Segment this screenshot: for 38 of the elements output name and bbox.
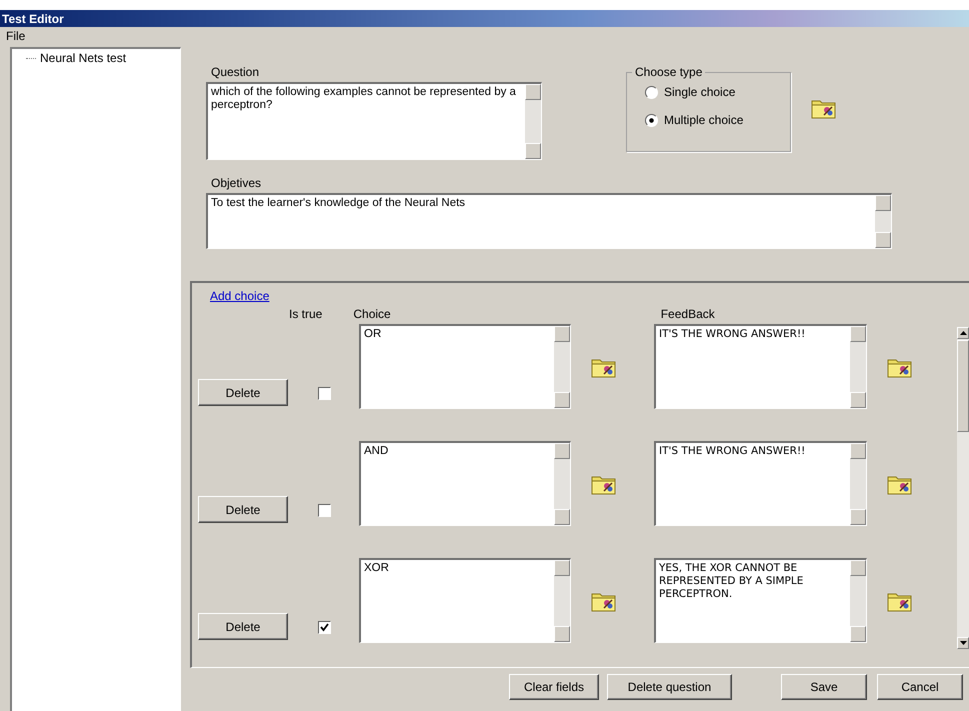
radio-label[interactable]: Multiple choice — [664, 113, 744, 127]
feedback-field[interactable]: YES, THE XOR CANNOT BE REPRESENTED BY A SIMPLE PERCEPTRON. — [654, 558, 867, 643]
group-label: Choose type — [632, 65, 706, 79]
radio-label[interactable]: Single choice — [664, 85, 736, 99]
feedback-field[interactable]: IT'S THE WRONG ANSWER!! — [654, 324, 867, 409]
column-header: Choice — [353, 307, 391, 323]
column-header: FeedBack — [660, 307, 715, 323]
scrollbar[interactable] — [957, 327, 969, 649]
choice-field[interactable]: AND — [359, 441, 571, 526]
footer-button[interactable]: Cancel — [877, 674, 963, 700]
objectives-field[interactable]: To test the learner's knowledge of the Neural Nets — [206, 193, 892, 249]
field-label: Objetives — [211, 176, 262, 190]
column-header: Is true — [289, 307, 322, 323]
tree-item[interactable]: Neural Nets test — [40, 51, 126, 65]
scroll-up-button[interactable] — [957, 327, 969, 339]
radio-button[interactable] — [645, 86, 658, 98]
question-field[interactable]: which of the following examples cannot be represented by a perceptron? — [206, 82, 542, 160]
radio-button[interactable] — [645, 114, 658, 126]
menu-item[interactable]: File — [4, 29, 28, 43]
checkbox[interactable] — [318, 387, 331, 400]
arrow-up-icon — [960, 331, 966, 335]
choice-field[interactable]: XOR — [359, 558, 571, 643]
delete-button[interactable]: Delete — [198, 496, 288, 523]
footer-button[interactable]: Clear fields — [509, 674, 599, 700]
field-label: Question — [211, 65, 260, 79]
scroll-thumb[interactable] — [957, 340, 969, 432]
footer-button[interactable]: Delete question — [607, 674, 732, 700]
scroll-down-button[interactable] — [957, 637, 969, 649]
checkbox[interactable] — [318, 504, 331, 517]
arrow-down-icon — [960, 641, 966, 645]
choice-field[interactable]: OR — [359, 324, 571, 409]
add-choice-link[interactable]: Add choice — [210, 289, 270, 303]
delete-button[interactable]: Delete — [198, 613, 288, 640]
feedback-field[interactable]: IT'S THE WRONG ANSWER!! — [654, 441, 867, 526]
footer-button[interactable]: Save — [781, 674, 867, 700]
window-title: Test Editor — [2, 12, 64, 26]
checkbox[interactable] — [318, 621, 331, 634]
delete-button[interactable]: Delete — [198, 379, 288, 406]
